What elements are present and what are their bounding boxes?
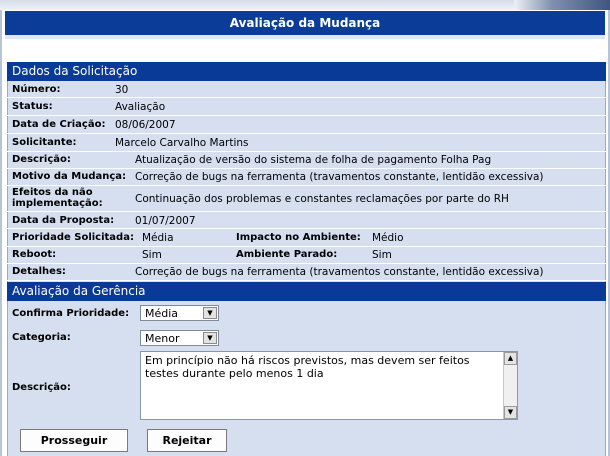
section-header-solicitacao: Dados da Solicitação [7, 62, 606, 81]
title-subbar [5, 35, 605, 39]
confirma-prioridade-selected: Média [145, 307, 179, 320]
motivo-label: Motivo da Mudança: [12, 171, 127, 182]
ambiente-parado-label: Ambiente Parado: [236, 249, 338, 260]
row-descricao: Descrição: Atualização de versão do sist… [7, 152, 606, 169]
efeitos-label-line2: implementação: [12, 198, 103, 209]
solicitante-value: Marcelo Carvalho Martins [115, 137, 249, 149]
scroll-up-arrow-icon[interactable]: ▲ [504, 352, 517, 365]
row-prioridade-impacto: Prioridade Solicitada: Média Impacto no … [7, 230, 606, 247]
scroll-down-arrow-icon[interactable]: ▼ [504, 406, 517, 419]
row-efeitos: Efeitos da não implementação: Continuaçã… [7, 186, 606, 212]
rejeitar-button[interactable]: Rejeitar [147, 429, 227, 452]
ambiente-parado-value: Sim [372, 249, 392, 261]
data-criacao-label: Data de Criação: [12, 119, 106, 130]
chevron-down-icon[interactable]: ▼ [203, 332, 217, 344]
reboot-label: Reboot: [12, 249, 57, 260]
gerencia-descricao-text: Em princípio não há riscos previstos, ma… [145, 354, 470, 380]
categoria-label: Categoria: [12, 332, 71, 343]
row-reboot-ambiente: Reboot: Sim Ambiente Parado: Sim [7, 247, 606, 264]
detalhes-value: Correção de bugs na ferramenta (travamen… [135, 266, 544, 278]
row-detalhes: Detalhes: Correção de bugs na ferramenta… [7, 264, 606, 281]
detalhes-label: Detalhes: [12, 266, 66, 277]
reboot-value: Sim [142, 249, 162, 261]
motivo-value: Correção de bugs na ferramenta (travamen… [135, 171, 544, 183]
prioridade-label: Prioridade Solicitada: [12, 232, 134, 243]
prosseguir-button[interactable]: Prosseguir [20, 429, 128, 452]
status-label: Status: [12, 101, 53, 112]
row-motivo: Motivo da Mudança: Correção de bugs na f… [7, 169, 606, 186]
efeitos-label-line1: Efeitos da não [12, 187, 93, 198]
gerencia-descricao-textarea[interactable]: Em princípio não há riscos previstos, ma… [140, 351, 518, 420]
categoria-select[interactable]: Menor ▼ [140, 330, 219, 346]
confirma-prioridade-select[interactable]: Média ▼ [140, 305, 219, 321]
efeitos-value: Continuação dos problemas e constantes r… [135, 193, 509, 205]
chevron-down-icon[interactable]: ▼ [203, 307, 217, 319]
solicitante-label: Solicitante: [12, 137, 77, 148]
row-numero: Número: 30 [7, 82, 606, 98]
row-status: Status: Avaliação [7, 99, 606, 116]
row-data-proposta: Data da Proposta: 01/07/2007 [7, 213, 606, 229]
descricao-label: Descrição: [12, 154, 71, 165]
impacto-label: Impacto no Ambiente: [236, 232, 361, 243]
page-title: Avaliação da Mudança [5, 11, 605, 35]
categoria-selected: Menor [145, 332, 180, 345]
confirma-prioridade-label: Confirma Prioridade: [12, 308, 130, 319]
row-data-criacao: Data de Criação: 08/06/2007 [7, 117, 606, 134]
data-criacao-value: 08/06/2007 [115, 119, 176, 131]
textarea-scrollbar[interactable]: ▲ ▼ [503, 352, 517, 419]
corner-decoration [514, 0, 610, 10]
prioridade-value: Média [142, 232, 174, 244]
numero-label: Número: [12, 84, 61, 95]
gerencia-descricao-label: Descrição: [12, 382, 71, 393]
row-solicitante: Solicitante: Marcelo Carvalho Martins [7, 135, 606, 152]
data-proposta-value: 01/07/2007 [135, 215, 196, 227]
section-header-gerencia: Avaliação da Gerência [7, 282, 606, 301]
descricao-value: Atualização de versão do sistema de folh… [135, 154, 492, 166]
impacto-value: Médio [372, 232, 404, 244]
data-proposta-label: Data da Proposta: [12, 215, 115, 226]
status-value: Avaliação [115, 101, 166, 113]
numero-value: 30 [115, 84, 129, 96]
